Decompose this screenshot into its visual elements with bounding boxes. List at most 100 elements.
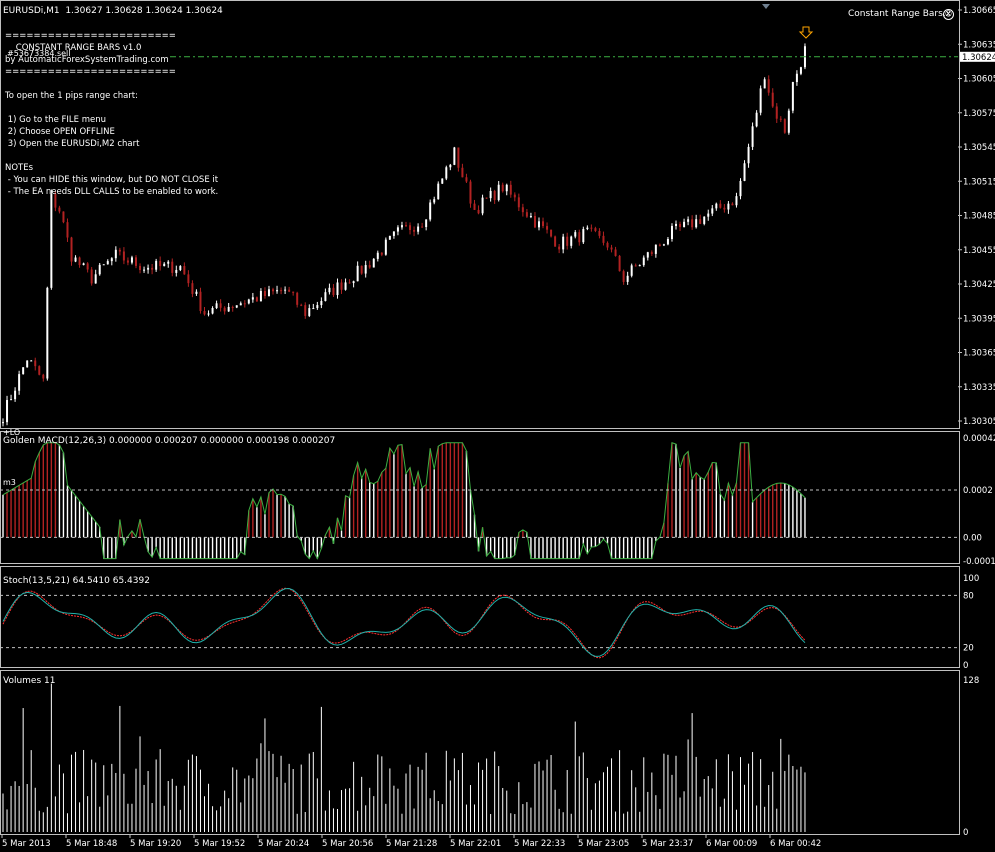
window-title: EURUSDi,M1 1.30627 1.30628 1.30624 1.306… — [3, 6, 223, 16]
candle-body — [417, 226, 420, 232]
time-tick-label: 5 Mar 21:28 — [386, 839, 437, 849]
candle-body — [368, 265, 371, 268]
candle-body — [143, 269, 146, 271]
candle-body — [251, 297, 254, 300]
price-tick-label: 1.30365 — [963, 349, 995, 359]
ea-smiley-icon[interactable]: ☺ — [943, 9, 954, 20]
candle-body — [30, 360, 33, 362]
candle-body — [461, 167, 464, 178]
trading-chart[interactable]: 1.30665 1.30635 1.30605 1.30575 1.30545 1.305… — [0, 0, 995, 852]
candle-body — [570, 236, 573, 246]
candle-body — [98, 264, 101, 275]
candle-body — [320, 300, 323, 306]
candle-body — [348, 282, 351, 284]
candle-body — [505, 184, 508, 192]
candle-body — [606, 242, 609, 248]
candle-body — [771, 92, 774, 107]
candle-body — [670, 225, 673, 240]
candle-body — [481, 197, 484, 214]
time-tick-label: 5 Mar 20:24 — [258, 839, 309, 849]
candle-body — [691, 219, 694, 228]
candle-body — [78, 257, 81, 266]
candle-body — [618, 255, 621, 272]
candle-body — [82, 263, 85, 266]
volume-tick-label: 128 — [963, 676, 979, 686]
macd-marker-top: +LO — [3, 428, 21, 437]
candle-body — [34, 360, 37, 367]
candle-body — [215, 303, 218, 309]
candle-body — [147, 267, 150, 270]
candle-body — [449, 164, 452, 168]
candle-body — [26, 360, 29, 368]
candle-body — [763, 79, 766, 89]
candle-body — [429, 202, 432, 220]
candle-body — [163, 263, 166, 267]
candle-body — [6, 400, 9, 423]
candle-body — [405, 225, 407, 227]
candle-body — [562, 236, 565, 250]
stoch-tick-label: 100 — [963, 574, 979, 584]
candle-body — [679, 223, 682, 228]
candle-body — [578, 232, 581, 243]
stoch-tick-label: 80 — [963, 591, 974, 601]
candle-body — [658, 244, 661, 246]
candle-body — [110, 258, 113, 262]
candle-body — [465, 177, 468, 182]
candle-body — [159, 260, 162, 267]
macd-marker-mid: m3 — [3, 478, 16, 487]
time-tick-label: 5 Mar 2013 — [2, 839, 50, 849]
candle-body — [62, 211, 65, 223]
candle-body — [473, 203, 476, 210]
candle-body — [38, 366, 41, 375]
candle-body — [409, 225, 412, 230]
candle-body — [610, 247, 613, 250]
candle-body — [650, 252, 653, 254]
candle-body — [304, 305, 307, 316]
stoch-label: Stoch(13,5,21) 64.5410 65.4392 — [3, 576, 150, 586]
candle-body — [183, 266, 186, 275]
candle-body — [457, 147, 460, 168]
price-tick-label: 1.30455 — [963, 246, 995, 256]
price-tick-label: 1.30305 — [963, 417, 995, 427]
candle-body — [400, 225, 403, 228]
candle-body — [324, 292, 327, 301]
candle-body — [497, 184, 500, 201]
candle-body — [513, 194, 516, 198]
candle-body — [114, 249, 117, 259]
candle-body — [469, 181, 472, 204]
candle-body — [437, 183, 440, 200]
candle-body — [300, 304, 303, 306]
candle-body — [22, 367, 25, 375]
ea-note-line: - The EA needs DLL CALLS to be enabled t… — [5, 187, 219, 197]
candle-body — [360, 265, 363, 274]
candle-body — [66, 222, 69, 238]
current-price-label: 1.30624 — [962, 53, 995, 63]
candle-body — [550, 229, 553, 237]
candle-body — [779, 118, 782, 120]
candle-body — [175, 269, 178, 273]
candle-body — [546, 226, 549, 230]
ea-note-line: CONSTANT RANGE BARS v1.0 — [5, 43, 142, 53]
candle-body — [86, 263, 89, 270]
candle-body — [715, 203, 718, 209]
candle-body — [74, 257, 77, 262]
candle-body — [380, 252, 383, 255]
candle-body — [727, 203, 730, 210]
candle-body — [167, 261, 170, 264]
candle-body — [191, 283, 194, 294]
candle-body — [517, 197, 520, 208]
candle-body — [211, 308, 214, 314]
time-tick-label: 5 Mar 23:37 — [642, 839, 693, 849]
candle-body — [711, 208, 714, 214]
price-tick-label: 1.30425 — [963, 280, 995, 290]
candle-body — [542, 221, 545, 227]
candle-body — [675, 223, 678, 226]
candle-body — [134, 257, 137, 266]
time-tick-label: 6 Mar 00:09 — [706, 839, 757, 849]
candle-body — [195, 291, 198, 294]
time-tick-label: 5 Mar 19:20 — [130, 839, 181, 849]
candle-body — [614, 249, 617, 256]
candle-body — [501, 184, 504, 192]
candle-body — [179, 266, 182, 270]
candle-body — [171, 261, 174, 273]
